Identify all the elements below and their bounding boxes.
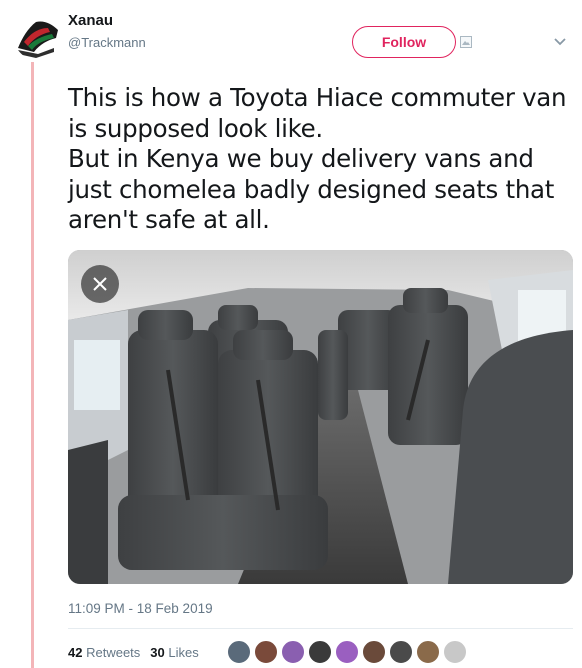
retweets-stat[interactable]: 42 Retweets (68, 645, 140, 660)
tweet-stats: 42 Retweets 30 Likes (68, 645, 199, 660)
tweet-photo[interactable] (68, 250, 573, 584)
tweet-line: This is how a Toyota Hiace commuter van … (68, 83, 567, 143)
liker-avatar[interactable] (389, 640, 413, 664)
follow-button[interactable]: Follow (352, 26, 456, 58)
reply-thread-line (31, 62, 34, 668)
liker-avatars (227, 640, 467, 664)
close-icon (93, 277, 107, 291)
liker-avatar[interactable] (416, 640, 440, 664)
avatar[interactable] (14, 14, 60, 60)
image-placeholder-icon (460, 36, 472, 48)
liker-avatar[interactable] (443, 640, 467, 664)
tweet-timestamp[interactable]: 11:09 PM - 18 Feb 2019 (68, 601, 213, 616)
liker-avatar[interactable] (254, 640, 278, 664)
user-handle[interactable]: @Trackmann (68, 35, 146, 50)
liker-avatar[interactable] (362, 640, 386, 664)
divider (68, 628, 573, 629)
tweet-text: This is how a Toyota Hiace commuter van … (68, 83, 573, 236)
liker-avatar[interactable] (335, 640, 359, 664)
chevron-down-icon[interactable] (552, 36, 568, 48)
liker-avatar[interactable] (227, 640, 251, 664)
liker-avatar[interactable] (281, 640, 305, 664)
liker-avatar[interactable] (308, 640, 332, 664)
display-name[interactable]: Xanau (68, 12, 113, 29)
close-media-button[interactable] (81, 265, 119, 303)
likes-stat[interactable]: 30 Likes (150, 645, 198, 660)
tweet-line: But in Kenya we buy delivery vans and ju… (68, 144, 555, 234)
